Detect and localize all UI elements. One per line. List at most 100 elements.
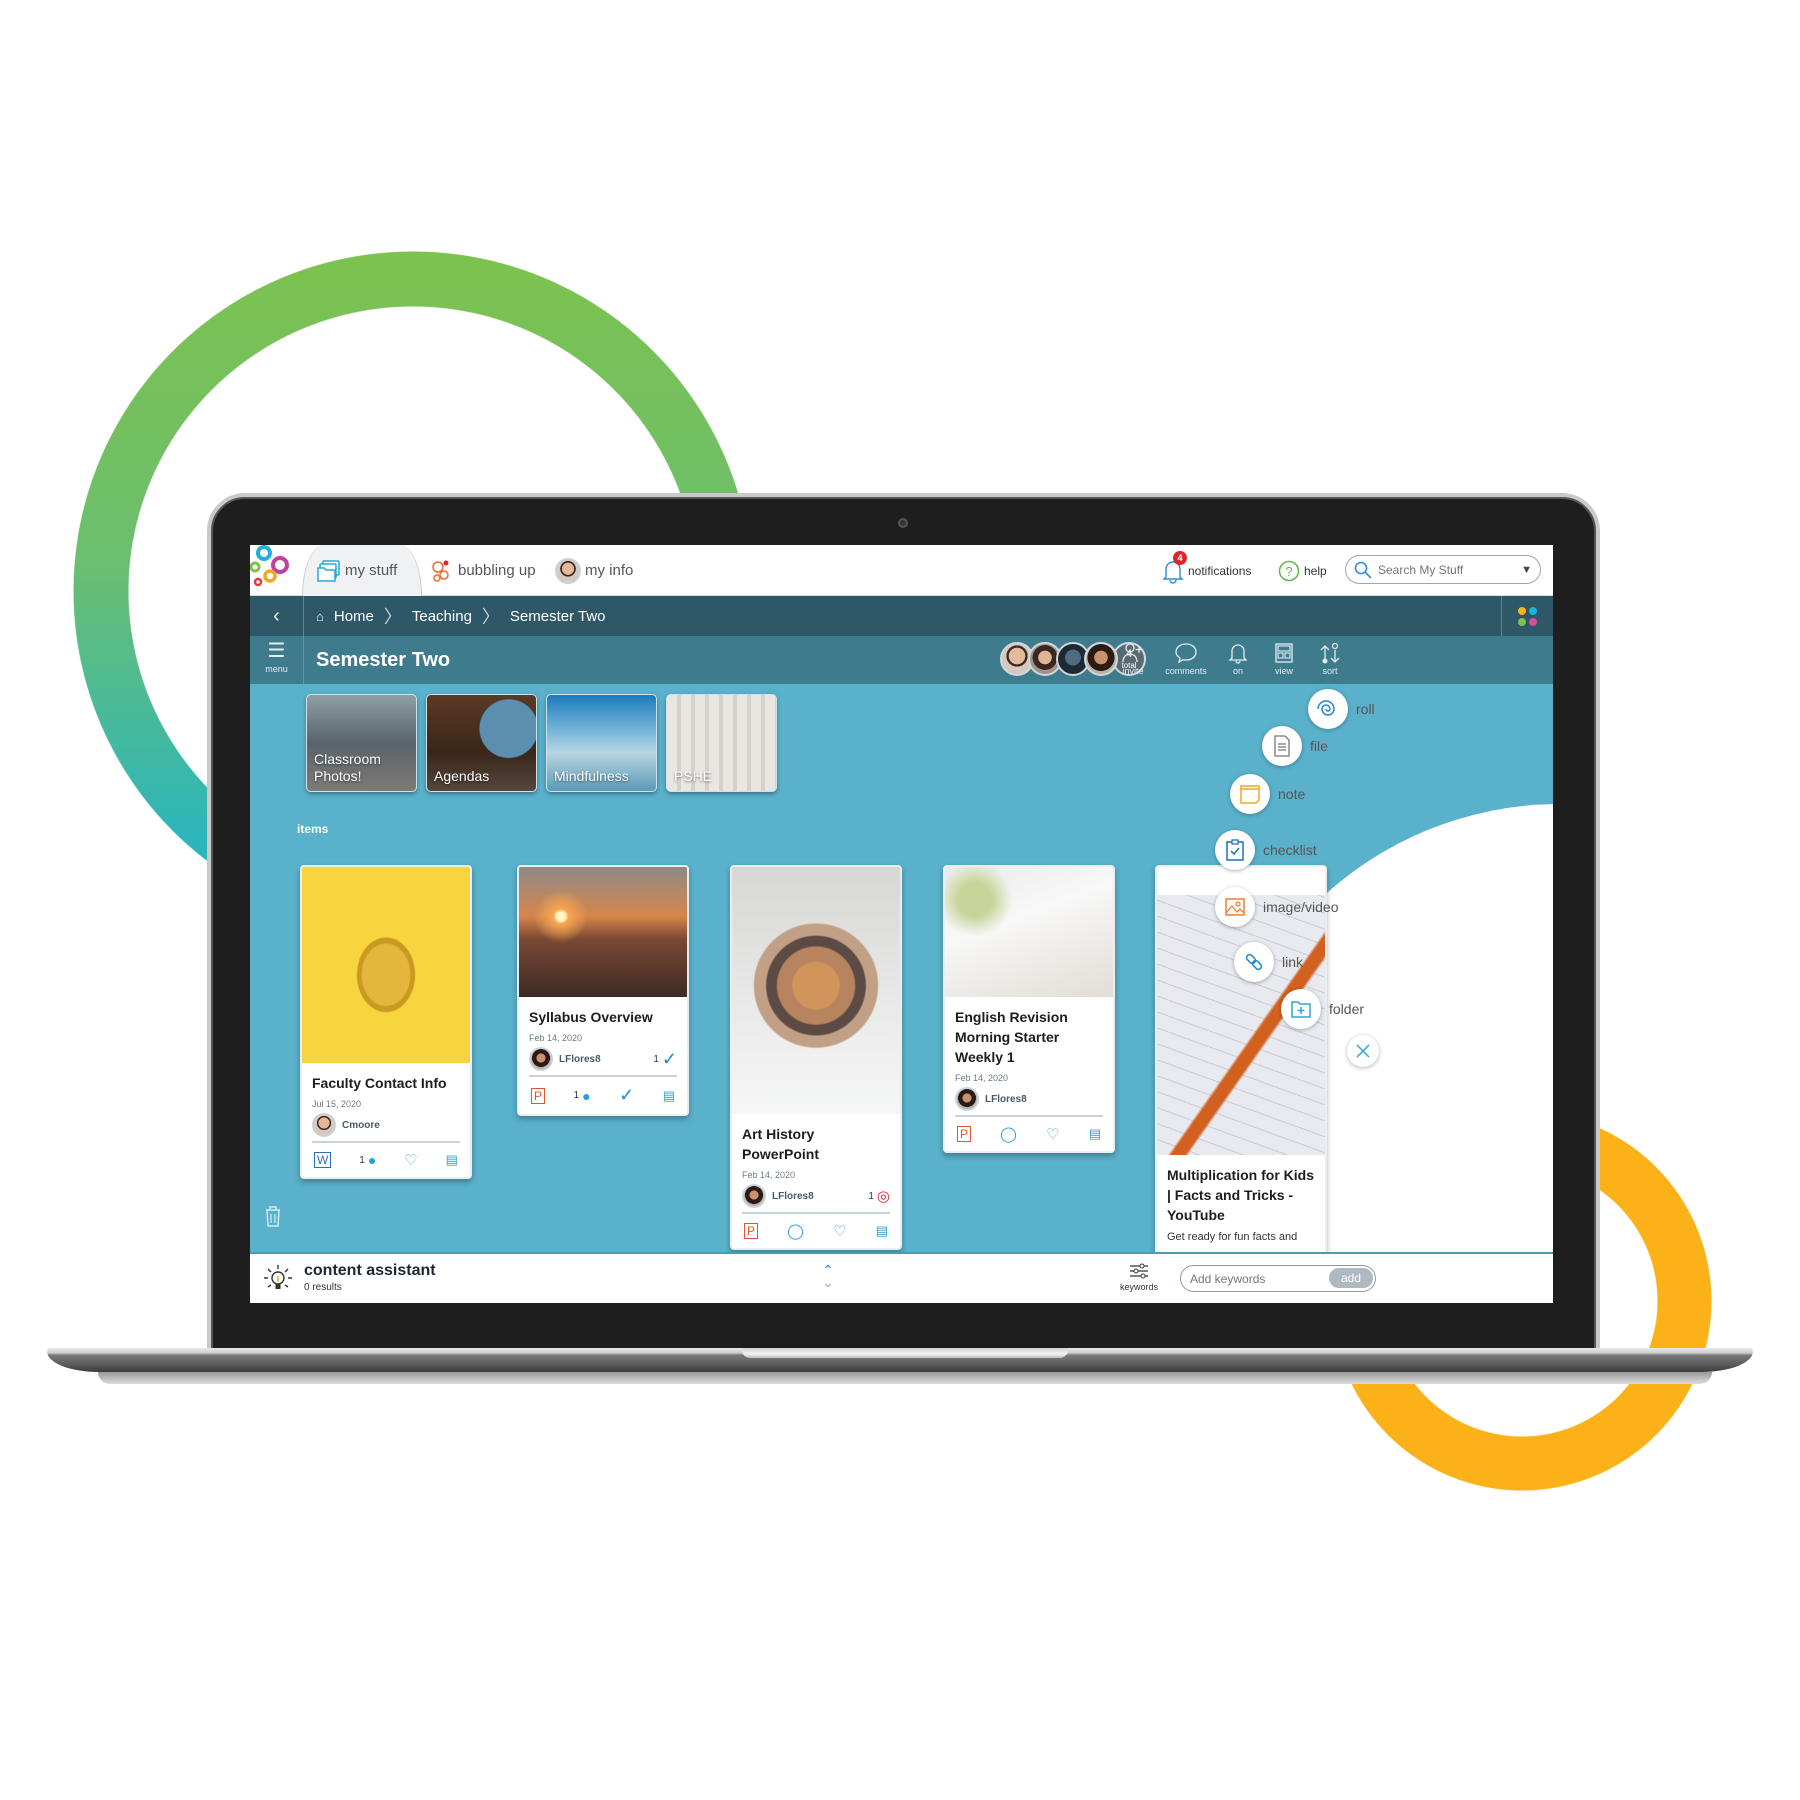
comment-count: 1 <box>573 1090 580 1101</box>
content-area: Classroom Photos! Agendas Mindfulness PS… <box>250 684 1553 1303</box>
tab-my-info[interactable]: my info <box>555 545 633 596</box>
avatar <box>555 557 581 584</box>
breadcrumb-item-current: Semester Two <box>509 607 606 625</box>
comment-icon[interactable]: ◯ <box>1000 1125 1017 1143</box>
task-count: 1 <box>653 1053 659 1065</box>
marketing-stage: my stuff bubbling up my info 4 notificat… <box>0 0 1800 1800</box>
chevron-left-icon: ‹ <box>273 604 280 627</box>
card-title: Art History PowerPoint <box>742 1126 820 1162</box>
add-roll-button[interactable]: roll <box>1308 689 1375 729</box>
item-card[interactable]: English Revision Morning Starter Weekly … <box>943 865 1115 1153</box>
tab-bubbling-up[interactable]: bubbling up <box>430 545 536 596</box>
target-icon: ◎ <box>876 1188 890 1205</box>
menu-button[interactable]: ☰ menu <box>250 636 304 684</box>
invite-label: invite <box>1122 666 1144 676</box>
search-box[interactable]: ▼ <box>1345 555 1541 584</box>
expand-toggle[interactable]: ⌃ ⌄ <box>820 1263 836 1290</box>
favorite-add-icon[interactable]: ♡ <box>833 1222 846 1240</box>
card-title: English Revision Morning Starter Weekly … <box>955 1009 1068 1065</box>
items-section-label: items <box>297 822 329 836</box>
tab-label: my info <box>585 562 634 579</box>
details-icon[interactable]: ▤ <box>1089 1126 1101 1142</box>
checkmark-icon[interactable]: ✓ <box>619 1085 634 1106</box>
folder-tile[interactable]: Agendas <box>426 694 537 792</box>
add-image-video-button[interactable]: image/video <box>1215 887 1339 927</box>
card-title: Syllabus Overview <box>529 1009 653 1025</box>
back-button[interactable]: ‹ <box>250 596 304 636</box>
card-owner: LFlores8 1 ◎ <box>742 1184 890 1214</box>
breadcrumb-item-home[interactable]: Home <box>334 608 374 625</box>
folder-label: Agendas <box>434 768 490 784</box>
sort-button[interactable]: sort <box>1301 640 1359 676</box>
app-logo[interactable] <box>250 545 300 596</box>
card-owner: Cmoore <box>312 1113 460 1143</box>
folder-tile[interactable]: PSHE <box>666 694 777 792</box>
comments-button[interactable]: 1 ● <box>574 1088 591 1104</box>
comment-icon[interactable]: ◯ <box>787 1222 804 1240</box>
close-add-menu-button[interactable] <box>1347 1035 1379 1067</box>
add-item-label: roll <box>1356 701 1375 717</box>
folder-tile[interactable]: Mindfulness <box>546 694 657 792</box>
add-item-label: checklist <box>1263 842 1317 858</box>
add-checklist-button[interactable]: checklist <box>1215 830 1317 870</box>
add-note-button[interactable]: note <box>1230 774 1305 814</box>
owner-name: Cmoore <box>342 1119 380 1131</box>
keywords-field[interactable]: add <box>1180 1265 1376 1292</box>
invite-button[interactable]: invite <box>1104 640 1162 676</box>
folder-add-icon <box>1291 1001 1311 1018</box>
trash-button[interactable] <box>264 1205 282 1232</box>
chevron-down-icon: ⌄ <box>822 1274 834 1290</box>
details-icon[interactable]: ▤ <box>446 1152 458 1168</box>
add-link-button[interactable]: link <box>1234 942 1303 982</box>
apps-icon <box>1518 606 1537 626</box>
add-file-button[interactable]: file <box>1262 726 1328 766</box>
comments-button[interactable]: comments <box>1157 640 1215 676</box>
breadcrumb-item-teaching[interactable]: Teaching <box>412 608 472 625</box>
powerpoint-file-icon: P <box>744 1223 759 1239</box>
item-card[interactable]: Syllabus Overview Feb 14, 2020 LFlores8 … <box>517 865 689 1116</box>
folder-label: Mindfulness <box>554 768 629 784</box>
favorite-add-icon[interactable]: ♡ <box>404 1151 417 1169</box>
close-icon <box>1356 1044 1370 1058</box>
keywords-input[interactable] <box>1190 1271 1330 1286</box>
keywords-button[interactable]: keywords <box>1120 1262 1158 1292</box>
search-icon <box>1354 561 1372 579</box>
details-icon[interactable]: ▤ <box>663 1088 675 1104</box>
add-item-label: file <box>1310 738 1328 754</box>
folder-tile[interactable]: Classroom Photos! <box>306 694 417 792</box>
help-button[interactable]: ? help <box>1278 545 1327 596</box>
add-keyword-button[interactable]: add <box>1329 1268 1373 1288</box>
item-card[interactable]: Art History PowerPoint Feb 14, 2020 LFlo… <box>730 865 902 1250</box>
card-date: Feb 14, 2020 <box>529 1033 583 1043</box>
details-icon[interactable]: ▤ <box>876 1223 888 1239</box>
search-dropdown-caret[interactable]: ▼ <box>1521 564 1532 576</box>
add-folder-button[interactable]: folder <box>1281 989 1364 1029</box>
menu-label: menu <box>265 664 288 674</box>
card-image <box>945 867 1113 997</box>
owner-name: LFlores8 <box>559 1053 601 1065</box>
note-icon <box>1240 785 1260 804</box>
avatar <box>955 1087 979 1111</box>
notification-count-badge: 4 <box>1173 551 1187 565</box>
favorite-add-icon[interactable]: ♡ <box>1046 1125 1059 1143</box>
comments-button[interactable]: 1 ● <box>359 1152 376 1168</box>
notifications-button[interactable]: 4 notifications <box>1162 545 1251 596</box>
add-item-label: link <box>1282 954 1304 970</box>
card-description: Get ready for fun facts and <box>1167 1231 1298 1243</box>
lightbulb-icon <box>264 1265 292 1289</box>
powerpoint-file-icon: P <box>957 1126 972 1142</box>
apps-button[interactable] <box>1501 596 1553 636</box>
comments-label: comments <box>1165 666 1207 676</box>
filter-sliders-icon <box>1130 1263 1148 1279</box>
owner-name: LFlores8 <box>772 1190 814 1202</box>
search-input[interactable] <box>1378 562 1508 577</box>
powerpoint-file-icon: P <box>531 1087 546 1104</box>
svg-text:?: ? <box>1285 564 1292 579</box>
content-assistant-bar: content assistant 0 results ⌃ ⌄ keywords… <box>250 1252 1553 1303</box>
laptop-notch <box>742 1348 1068 1358</box>
bubbles-icon <box>432 560 449 582</box>
item-card[interactable]: Faculty Contact Info Jul 15, 2020 Cmoore… <box>300 865 472 1179</box>
tab-my-stuff[interactable]: my stuff <box>302 545 422 596</box>
bell-icon <box>1228 644 1248 664</box>
content-assistant-title: content assistant <box>304 1262 436 1279</box>
